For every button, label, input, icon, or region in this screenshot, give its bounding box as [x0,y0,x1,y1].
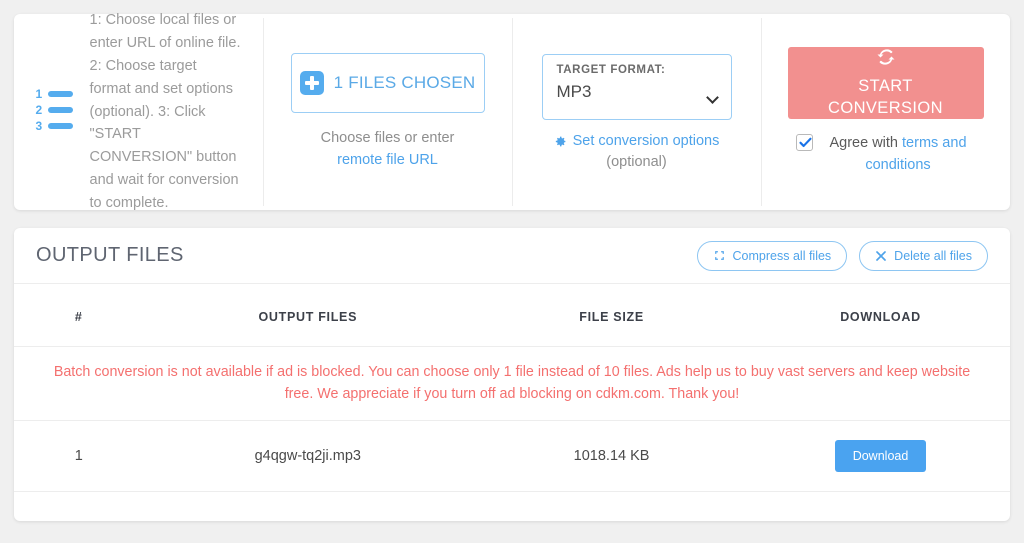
choose-files-hint: Choose files or enter remote file URL [303,127,473,172]
output-files-header: OUTPUT FILES Compress all files Delete a… [14,228,1010,284]
compress-all-files-button[interactable]: Compress all files [696,240,848,271]
row-number: 1 [14,420,144,493]
page-root: 1 2 3 1: Choose local files or enter URL… [0,0,1024,543]
choose-files-button[interactable]: 1 FILES CHOSEN [290,52,485,113]
target-format-select[interactable]: TARGET FORMAT: MP3 [541,54,732,120]
table-row: 1 g4qgw-tq2ji.mp3 1018.14 KB Download [14,420,1010,493]
conversion-options-row[interactable]: Set conversion options [554,133,720,149]
remote-file-url-link[interactable]: remote file URL [337,152,438,168]
delete-all-files-button[interactable]: Delete all files [859,240,988,271]
target-format-value: MP3 [556,82,592,101]
table-header-row: # OUTPUT FILES FILE SIZE DOWNLOAD [14,284,1010,347]
agree-terms-row: Agree with terms and conditions [795,133,976,177]
plus-square-icon [299,70,324,95]
target-format-label: TARGET FORMAT: [556,64,666,76]
start-conversion-column: START CONVERSION Agree with terms and co… [761,14,1010,210]
set-conversion-options-link[interactable]: Set conversion options [573,133,720,149]
agree-checkbox[interactable] [795,134,813,152]
ad-block-warning: Batch conversion is not available if ad … [14,346,1010,422]
numbered-list-icon: 1 2 3 [36,88,76,136]
compress-icon [714,251,724,260]
check-icon [798,137,812,148]
choose-files-label: 1 FILES CHOSEN [333,72,476,92]
optional-note: (optional) [606,154,667,170]
column-header-name: OUTPUT FILES [143,284,473,347]
output-files-title: OUTPUT FILES [36,244,184,266]
agree-terms-text: Agree with terms and conditions [821,133,976,177]
delete-all-files-label: Delete all files [894,248,972,263]
start-conversion-button[interactable]: START CONVERSION [787,47,984,120]
choose-files-hint-prefix: Choose files or enter [320,129,455,146]
column-header-download: DOWNLOAD [751,284,1010,347]
output-files-table: # OUTPUT FILES FILE SIZE DOWNLOAD Batch … [14,284,1010,493]
column-header-size: FILE SIZE [472,284,752,347]
agree-prefix: Agree with [829,135,903,152]
instructions-text: 1: Choose local files or enter URL of on… [89,11,241,212]
choose-files-column: 1 FILES CHOSEN Choose files or enter rem… [263,14,512,210]
gear-icon [555,136,566,146]
conversion-toolbar-card: 1 2 3 1: Choose local files or enter URL… [14,12,1010,211]
output-files-card: OUTPUT FILES Compress all files Delete a… [14,228,1010,521]
close-icon [876,250,887,261]
target-format-column: TARGET FORMAT: MP3 Set conversion option… [512,14,761,210]
row-download-cell: Download [751,420,1010,493]
row-file-name: g4qgw-tq2ji.mp3 [143,420,473,493]
sync-icon [877,49,894,65]
warning-row: Batch conversion is not available if ad … [14,346,1010,422]
column-header-number: # [14,284,144,347]
row-file-size: 1018.14 KB [472,420,752,493]
download-button[interactable]: Download [834,440,927,473]
compress-all-files-label: Compress all files [732,248,832,263]
instructions-column: 1 2 3 1: Choose local files or enter URL… [14,12,263,211]
start-conversion-label: START CONVERSION [828,76,943,118]
